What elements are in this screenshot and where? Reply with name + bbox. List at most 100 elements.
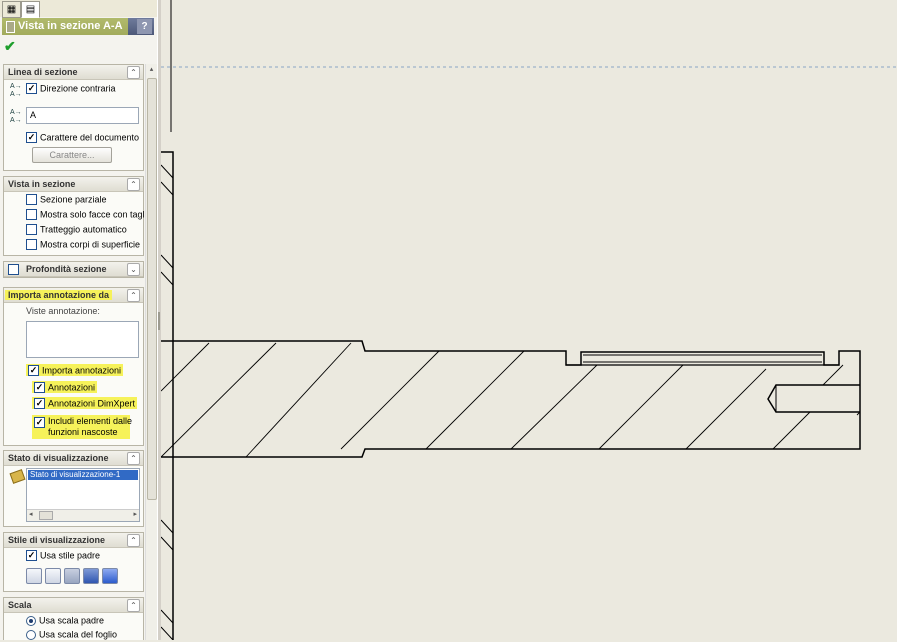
group-scala: Scala ⌃ Usa scala padre Usa scala del fo… — [3, 597, 144, 640]
section-drawing — [160, 0, 897, 641]
group-header[interactable]: Stile di visualizzazione ⌃ — [4, 533, 143, 548]
panel-title: Vista in sezione A-A — [18, 20, 123, 32]
checkbox-checked-icon[interactable]: ✓ — [28, 365, 39, 377]
collapse-chevron-icon[interactable]: ⌃ — [127, 452, 140, 465]
hatch-line — [160, 181, 174, 196]
shaded-with-edges-icon[interactable] — [83, 568, 99, 584]
checkbox-checked-icon[interactable]: ✓ — [26, 550, 37, 562]
group-header[interactable]: Scala ⌃ — [4, 598, 143, 613]
group-vista-in-sezione: Vista in sezione ⌃ Sezione parziale Most… — [3, 176, 152, 256]
radio-selected-icon[interactable] — [26, 615, 36, 626]
tratteggio-automatico-checkbox[interactable]: Tratteggio automatico — [26, 224, 127, 237]
checkbox-checked-icon[interactable]: ✓ — [34, 398, 45, 410]
drawing-canvas[interactable] — [160, 0, 897, 641]
label-input[interactable]: A — [26, 107, 139, 124]
expand-chevron-icon[interactable]: ⌄ — [127, 263, 140, 276]
hidden-lines-removed-icon[interactable] — [64, 568, 80, 584]
group-importa-annotazione: Importa annotazione da ⌃ Viste annotazio… — [3, 287, 144, 446]
scroll-right-icon[interactable]: ▸ — [133, 510, 137, 518]
property-manager: ▦ ▤ Vista in sezione A-A ? ✔ Linea di se… — [0, 0, 158, 640]
scroll-thumb[interactable] — [147, 78, 157, 500]
display-state-list[interactable]: Stato di visualizzazione-1 ◂ ▸ — [26, 468, 140, 522]
hatch-line — [160, 271, 174, 286]
section-view-icon — [6, 21, 15, 33]
includi-line-1: Includi elementi dalle — [48, 416, 133, 426]
label-icon: A→ A→ — [10, 109, 22, 124]
profondita-checkbox[interactable] — [8, 264, 19, 275]
viste-annotazione-label: Viste annotazione: — [26, 306, 100, 316]
checkbox-checked-icon[interactable]: ✓ — [26, 83, 37, 95]
checkbox-checked-icon[interactable]: ✓ — [34, 417, 45, 428]
checkbox-icon[interactable] — [26, 224, 37, 236]
usa-scala-padre-radio[interactable]: Usa scala padre — [26, 615, 104, 628]
checkbox-icon[interactable] — [26, 209, 37, 221]
group-stato-visualizzazione: Stato di visualizzazione ⌃ Stato di visu… — [3, 450, 144, 527]
group-header[interactable]: Linea di sezione ⌃ — [4, 65, 143, 80]
section-hatching — [160, 342, 861, 458]
checkbox-icon[interactable] — [26, 239, 37, 251]
group-linea-di-sezione: Linea di sezione ⌃ A→ A→ ✓ Direzione contr… — [3, 64, 144, 171]
scroll-up-icon[interactable]: ▴ — [147, 65, 156, 76]
panel-tabs: ▦ ▤ — [0, 0, 157, 18]
annotazioni-dimxpert-checkbox[interactable]: ✓ Annotazioni DimXpert — [32, 397, 138, 411]
checkbox-checked-icon[interactable]: ✓ — [34, 382, 45, 394]
group-title: Profondità sezione — [26, 264, 107, 274]
hatch-line — [160, 519, 174, 534]
includi-line-2: funzioni nascoste — [48, 427, 118, 437]
flip-direction-icon: A→ A→ — [10, 83, 22, 98]
carattere-documento-checkbox[interactable]: ✓ Carattere del documento — [26, 132, 139, 145]
scroll-thumb[interactable] — [39, 511, 53, 520]
style-buttons — [26, 568, 126, 584]
checkbox-icon[interactable] — [26, 194, 37, 206]
group-title: Vista in sezione — [8, 179, 76, 189]
bore-outline — [767, 384, 860, 413]
hatch-line — [160, 254, 174, 269]
hatch-line — [160, 536, 174, 551]
property-manager-tab-icon[interactable]: ▤ — [21, 1, 40, 18]
hatch-line — [160, 164, 174, 179]
includi-elementi-checkbox[interactable]: ✓ Includi elementi dalle funzioni nascos… — [32, 415, 133, 439]
help-button[interactable]: ? — [137, 19, 152, 34]
group-profondita-sezione: Profondità sezione ⌄ — [3, 261, 144, 278]
splitter-handle-icon[interactable] — [158, 312, 160, 330]
hatch-line — [160, 609, 174, 624]
hatch-line — [160, 626, 174, 641]
shaded-icon[interactable] — [102, 568, 118, 584]
carattere-button[interactable]: Carattere... — [32, 147, 112, 163]
display-state-icon — [9, 469, 26, 484]
annotazioni-checkbox[interactable]: ✓ Annotazioni — [32, 381, 98, 395]
group-header[interactable]: Importa annotazione da ⌃ — [4, 288, 143, 303]
sezione-parziale-checkbox[interactable]: Sezione parziale — [26, 194, 107, 207]
mostra-solo-facce-checkbox[interactable]: Mostra solo facce con taglio — [26, 209, 152, 222]
shaft-outline — [161, 340, 861, 458]
radio-icon[interactable] — [26, 629, 36, 640]
usa-scala-foglio-radio[interactable]: Usa scala del foglio — [26, 629, 117, 640]
usa-stile-padre-checkbox[interactable]: ✓ Usa stile padre — [26, 550, 100, 563]
feature-manager-tab-icon[interactable]: ▦ — [2, 1, 21, 18]
collapse-chevron-icon[interactable]: ⌃ — [127, 289, 140, 302]
collapse-chevron-icon[interactable]: ⌃ — [127, 534, 140, 547]
ok-check-icon[interactable]: ✔ — [4, 38, 16, 55]
viste-annotazione-list[interactable] — [26, 321, 139, 358]
wireframe-icon[interactable] — [26, 568, 42, 584]
checkbox-checked-icon[interactable]: ✓ — [26, 132, 37, 144]
collapse-chevron-icon[interactable]: ⌃ — [127, 66, 140, 79]
hidden-lines-visible-icon[interactable] — [45, 568, 61, 584]
group-header[interactable]: Stato di visualizzazione ⌃ — [4, 451, 143, 466]
display-state-item[interactable]: Stato di visualizzazione-1 — [28, 470, 138, 480]
panel-scrollbar[interactable]: ▴ — [145, 64, 157, 640]
horizontal-scrollbar[interactable]: ◂ ▸ — [27, 509, 139, 521]
collapse-chevron-icon[interactable]: ⌃ — [127, 178, 140, 191]
group-title: Stile di visualizzazione — [8, 535, 106, 545]
group-title: Linea di sezione — [8, 67, 78, 77]
scroll-left-icon[interactable]: ◂ — [29, 510, 33, 518]
direzione-contraria-checkbox[interactable]: ✓ Direzione contraria — [26, 83, 116, 96]
group-header[interactable]: Profondità sezione ⌄ — [4, 262, 143, 277]
importa-annotazioni-checkbox[interactable]: ✓ Importa annotazioni — [26, 364, 124, 378]
group-stile-visualizzazione: Stile di visualizzazione ⌃ ✓ Usa stile pa… — [3, 532, 144, 592]
collapse-chevron-icon[interactable]: ⌃ — [127, 599, 140, 612]
group-title: Stato di visualizzazione — [8, 453, 109, 463]
group-title: Importa annotazione da — [5, 290, 113, 300]
mostra-corpi-checkbox[interactable]: Mostra corpi di superficie — [26, 239, 140, 252]
group-header[interactable]: Vista in sezione ⌃ — [4, 177, 143, 192]
